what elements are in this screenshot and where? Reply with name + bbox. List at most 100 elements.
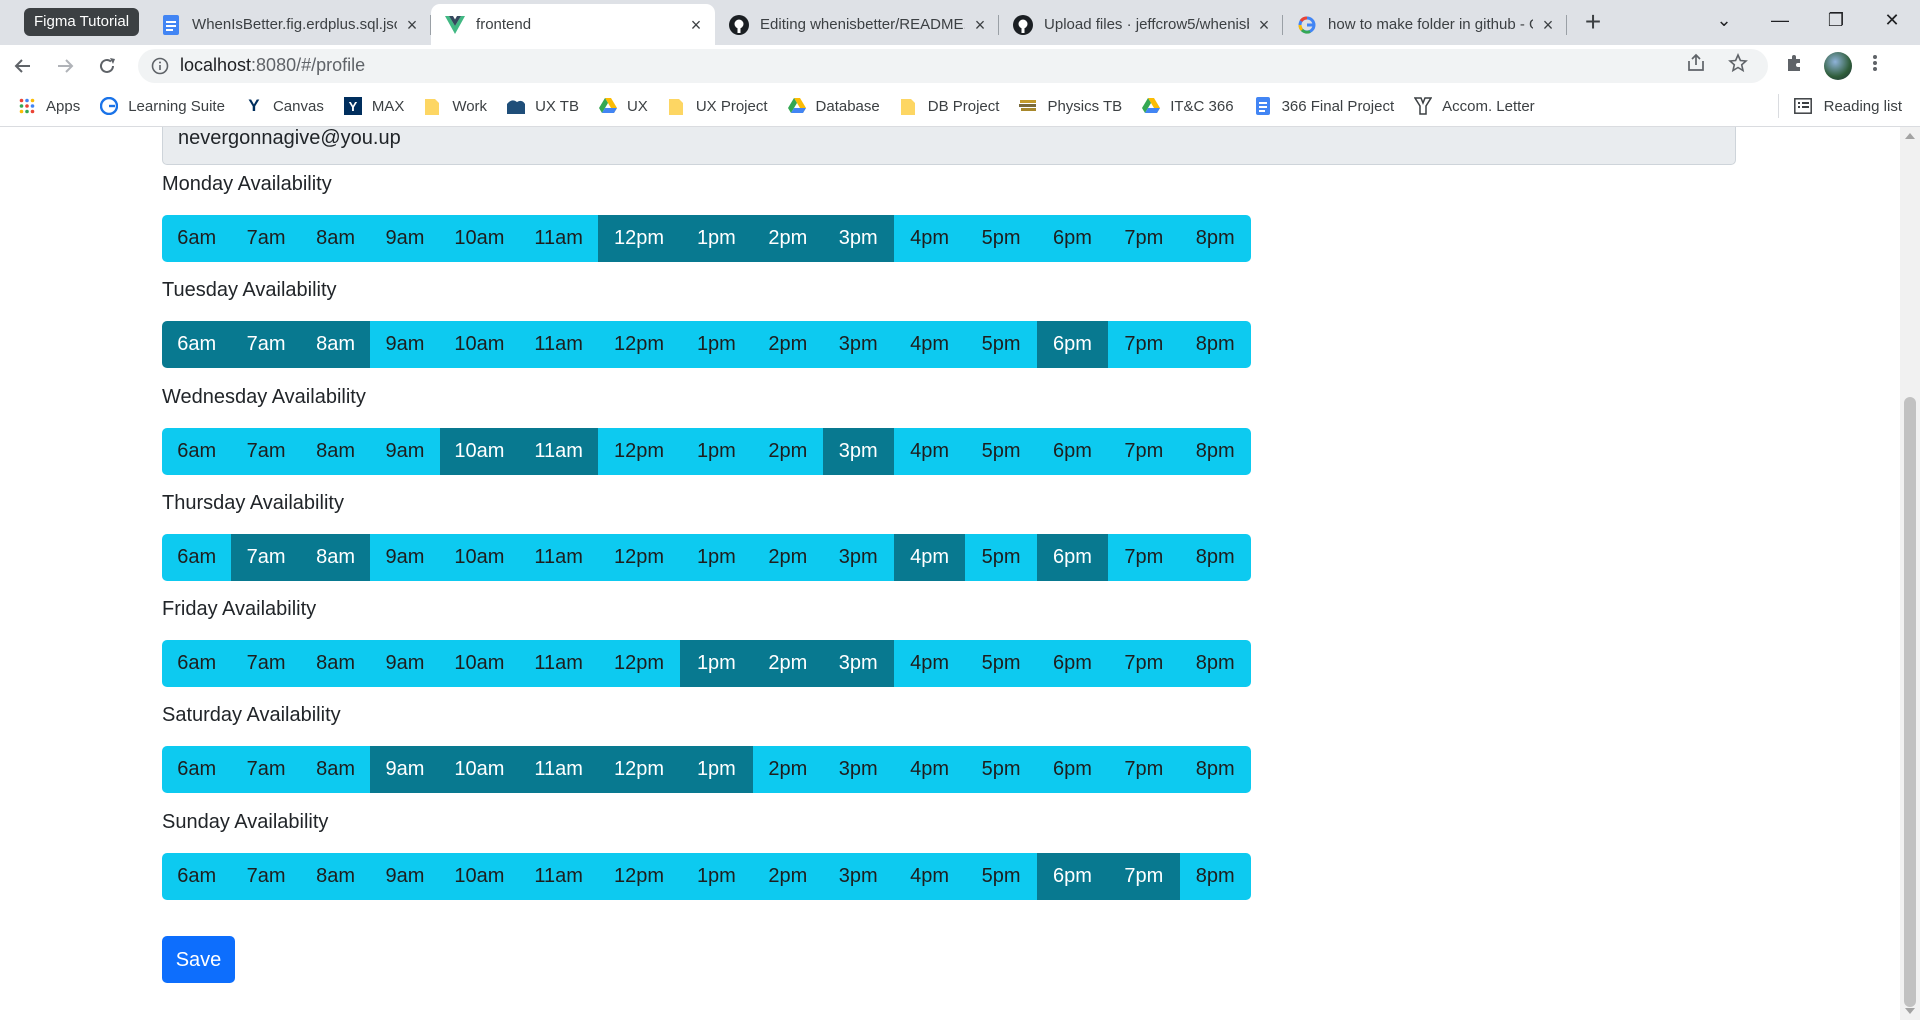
time-slot-wednesday-6am[interactable]: 6am xyxy=(162,428,232,475)
time-slot-thursday-7am[interactable]: 7am xyxy=(231,534,301,581)
time-slot-wednesday-10am[interactable]: 10am xyxy=(439,428,520,475)
time-slot-sunday-8am[interactable]: 8am xyxy=(300,853,371,900)
time-slot-monday-6pm[interactable]: 6pm xyxy=(1036,215,1109,262)
time-slot-tuesday-9am[interactable]: 9am xyxy=(370,321,440,368)
time-slot-tuesday-11am[interactable]: 11am xyxy=(519,321,599,368)
time-slot-thursday-2pm[interactable]: 2pm xyxy=(753,534,823,581)
time-slot-sunday-9am[interactable]: 9am xyxy=(370,853,440,900)
close-icon[interactable]: × xyxy=(403,16,421,34)
time-slot-wednesday-7am[interactable]: 7am xyxy=(231,428,301,475)
bookmark-accom-letter[interactable]: Accom. Letter xyxy=(1414,97,1535,115)
time-slot-sunday-1pm[interactable]: 1pm xyxy=(679,853,754,900)
time-slot-tuesday-8pm[interactable]: 8pm xyxy=(1179,321,1251,368)
time-slot-monday-3pm[interactable]: 3pm xyxy=(822,215,894,262)
close-icon[interactable]: × xyxy=(1255,16,1273,34)
bookmark-physics-tb[interactable]: Physics TB xyxy=(1019,97,1122,115)
bookmark-apps[interactable]: Apps xyxy=(18,97,80,115)
time-slot-friday-9am[interactable]: 9am xyxy=(370,640,440,687)
time-slot-monday-10am[interactable]: 10am xyxy=(439,215,520,262)
bookmark-max[interactable]: Y MAX xyxy=(343,97,404,115)
time-slot-saturday-5pm[interactable]: 5pm xyxy=(965,746,1037,793)
time-slot-thursday-6am[interactable]: 6am xyxy=(162,534,232,581)
scroll-down-arrow-icon[interactable] xyxy=(1905,1008,1915,1014)
new-tab-button[interactable]: + xyxy=(1575,5,1611,41)
bookmark-itc-366[interactable]: IT&C 366 xyxy=(1142,97,1234,115)
bookmark-canvas[interactable]: Y Canvas xyxy=(245,96,324,115)
time-slot-wednesday-4pm[interactable]: 4pm xyxy=(893,428,966,475)
time-slot-friday-6am[interactable]: 6am xyxy=(162,640,232,687)
time-slot-friday-6pm[interactable]: 6pm xyxy=(1036,640,1109,687)
tab-whenisbetter-json[interactable]: WhenIsBetter.fig.erdplus.sql.json × xyxy=(147,4,432,45)
time-slot-thursday-10am[interactable]: 10am xyxy=(439,534,520,581)
time-slot-tuesday-8am[interactable]: 8am xyxy=(300,321,371,368)
time-slot-tuesday-7am[interactable]: 7am xyxy=(231,321,301,368)
time-slot-monday-7am[interactable]: 7am xyxy=(231,215,301,262)
time-slot-tuesday-2pm[interactable]: 2pm xyxy=(753,321,823,368)
time-slot-monday-5pm[interactable]: 5pm xyxy=(965,215,1037,262)
time-slot-monday-7pm[interactable]: 7pm xyxy=(1108,215,1180,262)
scroll-thumb[interactable] xyxy=(1904,397,1916,1007)
reload-button[interactable] xyxy=(88,47,126,85)
bookmark-ux[interactable]: UX xyxy=(598,97,648,115)
time-slot-thursday-5pm[interactable]: 5pm xyxy=(965,534,1037,581)
back-button[interactable] xyxy=(4,47,42,85)
time-slot-thursday-8pm[interactable]: 8pm xyxy=(1179,534,1251,581)
time-slot-monday-9am[interactable]: 9am xyxy=(370,215,440,262)
time-slot-sunday-7am[interactable]: 7am xyxy=(231,853,301,900)
url-text[interactable]: localhost:8080/#/profile xyxy=(180,55,1686,76)
email-field[interactable]: nevergonnagive@you.up xyxy=(162,127,1736,165)
time-slot-friday-11am[interactable]: 11am xyxy=(519,640,599,687)
time-slot-friday-7am[interactable]: 7am xyxy=(231,640,301,687)
time-slot-thursday-3pm[interactable]: 3pm xyxy=(822,534,894,581)
time-slot-wednesday-1pm[interactable]: 1pm xyxy=(679,428,754,475)
time-slot-sunday-12pm[interactable]: 12pm xyxy=(598,853,680,900)
time-slot-tuesday-3pm[interactable]: 3pm xyxy=(822,321,894,368)
time-slot-wednesday-8am[interactable]: 8am xyxy=(300,428,371,475)
time-slot-saturday-7pm[interactable]: 7pm xyxy=(1108,746,1180,793)
time-slot-monday-1pm[interactable]: 1pm xyxy=(679,215,754,262)
time-slot-sunday-5pm[interactable]: 5pm xyxy=(965,853,1037,900)
time-slot-friday-2pm[interactable]: 2pm xyxy=(753,640,823,687)
time-slot-monday-11am[interactable]: 11am xyxy=(519,215,599,262)
time-slot-saturday-11am[interactable]: 11am xyxy=(519,746,599,793)
time-slot-monday-8pm[interactable]: 8pm xyxy=(1179,215,1251,262)
time-slot-tuesday-12pm[interactable]: 12pm xyxy=(598,321,680,368)
time-slot-sunday-3pm[interactable]: 3pm xyxy=(822,853,894,900)
close-icon[interactable]: × xyxy=(971,16,989,34)
time-slot-sunday-10am[interactable]: 10am xyxy=(439,853,520,900)
time-slot-friday-1pm[interactable]: 1pm xyxy=(679,640,754,687)
minimize-button[interactable]: — xyxy=(1752,10,1808,31)
time-slot-monday-8am[interactable]: 8am xyxy=(300,215,371,262)
restore-button[interactable]: ❐ xyxy=(1808,10,1864,31)
forward-button[interactable] xyxy=(46,47,84,85)
bookmark-ux-project[interactable]: UX Project xyxy=(668,97,768,115)
time-slot-sunday-2pm[interactable]: 2pm xyxy=(753,853,823,900)
bookmark-db-project[interactable]: DB Project xyxy=(900,97,999,115)
close-icon[interactable]: × xyxy=(687,16,705,34)
bookmark-ux-tb[interactable]: UX TB xyxy=(507,97,579,115)
page-scrollbar[interactable] xyxy=(1900,127,1920,1020)
time-slot-sunday-4pm[interactable]: 4pm xyxy=(893,853,966,900)
time-slot-tuesday-5pm[interactable]: 5pm xyxy=(965,321,1037,368)
profile-avatar[interactable] xyxy=(1824,51,1852,80)
time-slot-wednesday-6pm[interactable]: 6pm xyxy=(1036,428,1109,475)
tab-editing-readme[interactable]: Editing whenisbetter/README.md × xyxy=(715,4,1000,45)
time-slot-wednesday-9am[interactable]: 9am xyxy=(370,428,440,475)
tab-frontend[interactable]: frontend × xyxy=(431,4,716,45)
time-slot-thursday-11am[interactable]: 11am xyxy=(519,534,599,581)
time-slot-thursday-6pm[interactable]: 6pm xyxy=(1036,534,1109,581)
time-slot-thursday-7pm[interactable]: 7pm xyxy=(1108,534,1180,581)
time-slot-sunday-11am[interactable]: 11am xyxy=(519,853,599,900)
scroll-up-arrow-icon[interactable] xyxy=(1905,133,1915,139)
time-slot-saturday-12pm[interactable]: 12pm xyxy=(598,746,680,793)
time-slot-friday-5pm[interactable]: 5pm xyxy=(965,640,1037,687)
kebab-menu-icon[interactable] xyxy=(1872,53,1878,78)
time-slot-monday-6am[interactable]: 6am xyxy=(162,215,232,262)
tab-upload-files[interactable]: Upload files · jeffcrow5/whenisbetter × xyxy=(999,4,1284,45)
time-slot-friday-8am[interactable]: 8am xyxy=(300,640,371,687)
time-slot-monday-2pm[interactable]: 2pm xyxy=(753,215,823,262)
tab-google-search[interactable]: how to make folder in github - Google Se… xyxy=(1283,4,1568,45)
time-slot-tuesday-6am[interactable]: 6am xyxy=(162,321,232,368)
time-slot-thursday-4pm[interactable]: 4pm xyxy=(893,534,966,581)
time-slot-saturday-4pm[interactable]: 4pm xyxy=(893,746,966,793)
